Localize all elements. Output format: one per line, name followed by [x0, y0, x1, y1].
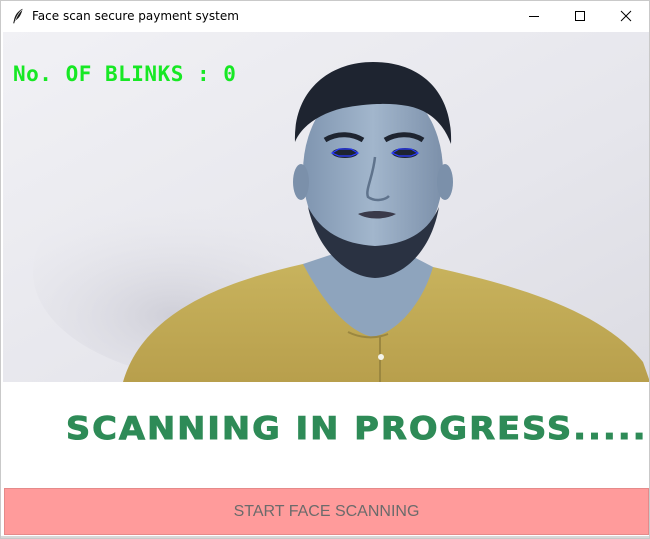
blink-counter: No. OF BLINKS : 0: [13, 62, 237, 86]
app-window: Face scan secure payment system No. OF B…: [0, 0, 650, 539]
window-controls: [511, 1, 649, 31]
maximize-icon: [575, 11, 585, 21]
status-panel: SCANNING IN PROGRESS..........: [3, 383, 649, 486]
title-bar[interactable]: Face scan secure payment system: [1, 1, 649, 31]
close-icon: [620, 10, 632, 22]
feather-icon: [11, 8, 25, 24]
close-button[interactable]: [603, 1, 649, 31]
start-face-scanning-button[interactable]: START FACE SCANNING: [4, 488, 649, 535]
scan-status-message: SCANNING IN PROGRESS..........: [65, 411, 649, 448]
camera-feed: No. OF BLINKS : 0: [3, 32, 649, 382]
window-title: Face scan secure payment system: [32, 9, 239, 23]
minimize-button[interactable]: [511, 1, 557, 31]
maximize-button[interactable]: [557, 1, 603, 31]
minimize-icon: [529, 16, 539, 17]
